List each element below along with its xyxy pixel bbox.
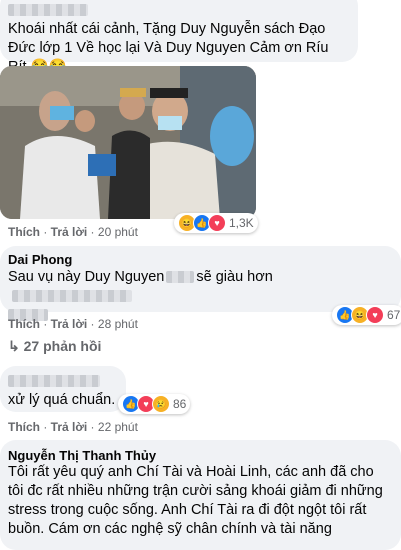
comment-actions: Thích · Trả lời · 20 phút [8, 225, 138, 239]
comment-actions: Thích · Trả lời · 28 phút [8, 317, 138, 331]
reaction-summary[interactable]: 👍 ♥ 😢 86 [118, 394, 191, 414]
blurred-text [166, 271, 195, 284]
like-action[interactable]: Thích [8, 317, 40, 331]
blurred-text [12, 290, 132, 303]
comment-author[interactable]: Nguyễn Thị Thanh Thủy [8, 448, 156, 463]
reaction-count: 86 [173, 397, 187, 411]
comment-bubble: Khoái nhất cái cảnh, Tặng Duy Nguyễn sác… [0, 0, 358, 75]
reaction-summary[interactable]: 👍 😆 ♥ 67 [332, 305, 401, 325]
comment-text: Tôi rất yêu quý anh Chí Tài và Hoài Linh… [8, 464, 383, 537]
view-replies-link[interactable]: ↳ 27 phản hồi [8, 338, 101, 355]
reply-arrow-icon: ↳ [8, 338, 20, 354]
like-action[interactable]: Thích [8, 225, 40, 239]
reaction-count: 67 [387, 308, 401, 322]
comment-bubble: Dai Phong Sau vụ này Duy Nguyen sẽ giàu h… [0, 246, 401, 322]
like-action[interactable]: Thích [8, 420, 40, 434]
comment-text: xử lý quá chuẩn. [8, 392, 116, 408]
reaction-summary[interactable]: 😆 👍 ♥ 1,3K [174, 213, 258, 233]
reply-action[interactable]: Trả lời [51, 317, 88, 331]
reaction-count: 1,3K [229, 216, 254, 230]
comment-time[interactable]: 22 phút [98, 420, 138, 434]
love-reaction-icon: ♥ [208, 214, 226, 232]
comment-author[interactable]: Dai Phong [8, 252, 72, 267]
blurred-author-name [8, 375, 100, 387]
comment-actions: Thích · Trả lời · 22 phút [8, 420, 138, 434]
comment-bubble: xử lý quá chuẩn. [0, 366, 126, 412]
blurred-author-name [8, 4, 88, 16]
photo-scene [0, 66, 256, 219]
comment-bubble: Nguyễn Thị Thanh Thủy Tôi rất yêu quý an… [0, 440, 401, 550]
reply-action[interactable]: Trả lời [51, 420, 88, 434]
comment-time[interactable]: 28 phút [98, 317, 138, 331]
sad-reaction-icon: 😢 [152, 395, 170, 413]
love-reaction-icon: ♥ [366, 306, 384, 324]
comment-photo[interactable] [0, 66, 256, 219]
reply-action[interactable]: Trả lời [51, 225, 88, 239]
comment-time[interactable]: 20 phút [98, 225, 138, 239]
